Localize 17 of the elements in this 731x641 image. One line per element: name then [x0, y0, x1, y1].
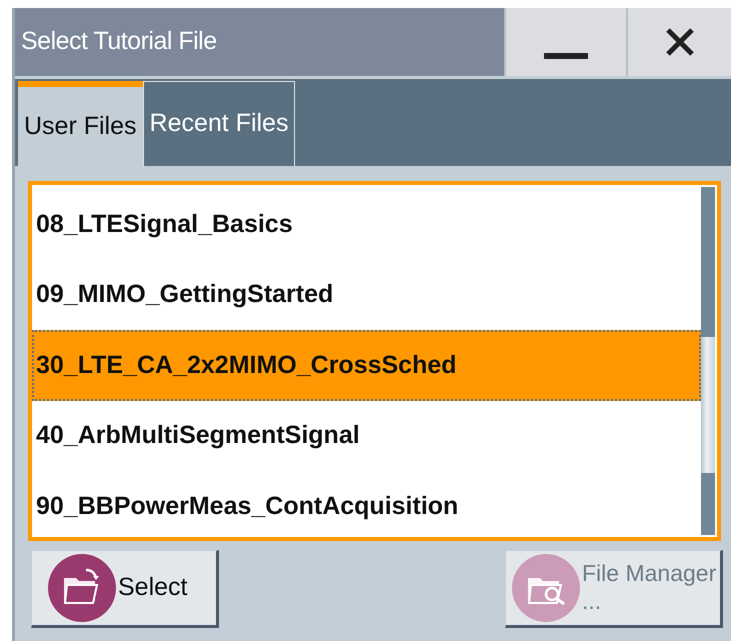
scrollbar[interactable] [701, 187, 715, 535]
minimize-icon [544, 52, 588, 60]
tab[interactable]: User Files [18, 81, 143, 166]
minimize-button[interactable] [504, 8, 626, 76]
folder-search-icon [512, 554, 580, 622]
close-button[interactable] [626, 8, 731, 76]
file-item[interactable]: 08_LTESignal_Basics [32, 189, 701, 260]
file-item[interactable]: 09_MIMO_GettingStarted [32, 260, 701, 330]
scroll-thumb[interactable] [701, 337, 715, 473]
tab[interactable]: Recent Files [142, 81, 296, 166]
file-item[interactable]: 90_BBPowerMeas_ContAcquisition [32, 471, 701, 542]
folder-icon [48, 554, 116, 622]
window-title: Select Tutorial File [20, 26, 218, 58]
close-icon [664, 27, 694, 57]
file-item[interactable]: 40_ArbMultiSegmentSignal [32, 400, 701, 471]
select-button[interactable]: Select [31, 550, 219, 628]
file-item[interactable]: 30_LTE_CA_2x2MIMO_CrossSched [32, 330, 701, 400]
